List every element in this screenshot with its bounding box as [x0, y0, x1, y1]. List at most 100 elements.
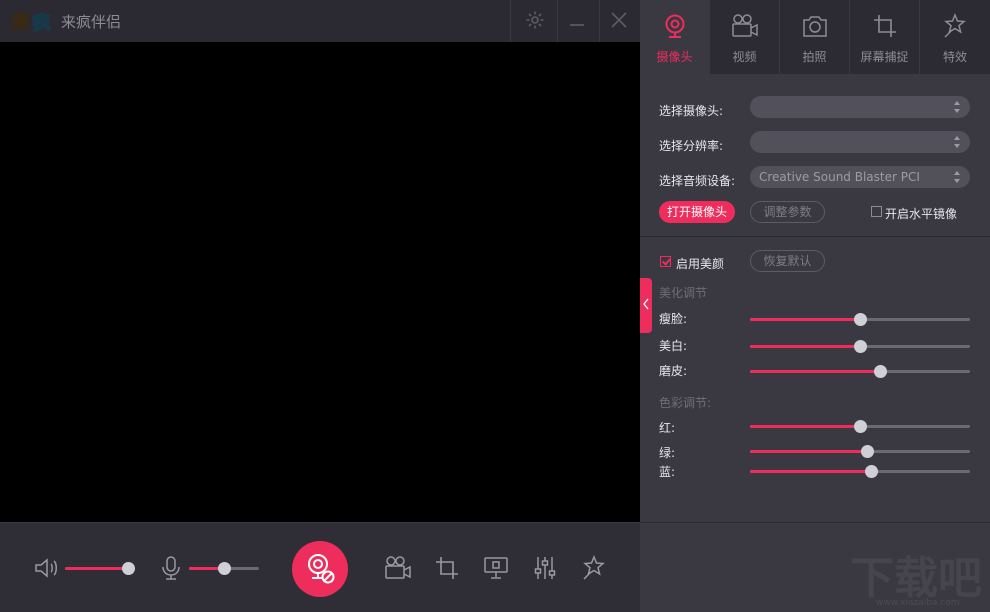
slider-fill — [750, 370, 880, 373]
screen-capture-button[interactable] — [433, 555, 461, 583]
slider-knob[interactable] — [860, 445, 874, 458]
gear-icon — [525, 10, 545, 33]
slim-face-slider[interactable] — [750, 313, 970, 326]
updown-arrow-icon — [954, 136, 960, 148]
magic-wand-icon — [941, 12, 969, 40]
tab-screen-capture[interactable]: 屏幕捕捉 — [850, 0, 920, 74]
restore-default-button[interactable]: 恢复默认 — [750, 250, 825, 272]
start-camera-button[interactable] — [292, 541, 348, 597]
green-label: 绿: — [659, 446, 676, 460]
equalizer-button[interactable] — [531, 555, 559, 583]
close-icon — [610, 11, 628, 32]
collapse-panel-button[interactable] — [640, 278, 652, 333]
tab-video[interactable]: 视频 — [710, 0, 780, 74]
equalizer-icon — [532, 555, 558, 584]
slider-fill — [750, 345, 860, 348]
settings-panel: 摄像头 视频 拍照 屏幕捕捉 特效 选择摄像头: 选择分辨率: 选择音频设备: … — [640, 0, 990, 612]
settings-button[interactable] — [519, 6, 551, 36]
camera-select[interactable] — [750, 96, 970, 118]
close-button[interactable] — [603, 6, 635, 36]
monitor-icon — [482, 555, 510, 584]
whiten-label: 美白: — [659, 339, 688, 353]
watermark-logo-text: 下载吧 — [850, 553, 982, 604]
app-title: 来疯伴侣 — [61, 13, 122, 31]
resolution-select[interactable] — [750, 131, 970, 153]
svg-text:疯: 疯 — [32, 11, 51, 33]
effects-button[interactable] — [580, 554, 608, 585]
crop-icon — [434, 555, 460, 584]
mic-volume-slider[interactable] — [189, 562, 259, 575]
video-preview — [0, 42, 640, 522]
mirror-label: 开启水平镜像 — [885, 207, 958, 221]
blue-slider[interactable] — [750, 465, 970, 478]
minimize-button[interactable] — [561, 6, 593, 36]
tab-camera[interactable]: 摄像头 — [640, 0, 710, 74]
slider-fill — [750, 318, 860, 321]
updown-arrow-icon — [954, 101, 960, 113]
app-logo: 来 疯 — [10, 9, 56, 35]
photo-camera-icon — [801, 12, 829, 40]
color-section-title: 色彩调节: — [659, 396, 712, 410]
open-camera-button[interactable]: 打开摄像头 — [659, 201, 735, 223]
smooth-skin-label: 磨皮: — [659, 364, 688, 378]
source-tabs: 摄像头 视频 拍照 屏幕捕捉 特效 — [640, 0, 990, 74]
audio-device-label: 选择音频设备: — [659, 174, 736, 188]
webcam-icon — [661, 12, 689, 40]
tab-label: 特效 — [942, 50, 967, 64]
slider-fill — [750, 450, 867, 453]
tab-label: 屏幕捕捉 — [860, 50, 909, 64]
slider-knob[interactable] — [854, 340, 867, 353]
titlebar-divider — [557, 0, 558, 42]
speaker-volume-fill — [65, 567, 128, 570]
red-label: 红: — [659, 421, 676, 435]
speaker-volume-knob[interactable] — [122, 562, 135, 575]
speaker-icon[interactable] — [34, 557, 60, 582]
chevron-left-icon — [642, 298, 650, 313]
tab-effects[interactable]: 特效 — [920, 0, 990, 74]
resolution-label: 选择分辨率: — [659, 139, 724, 153]
section-divider — [640, 236, 990, 237]
bottom-control-bar — [0, 522, 640, 612]
select-camera-label: 选择摄像头: — [659, 104, 724, 118]
green-slider[interactable] — [750, 445, 970, 458]
mic-volume-knob[interactable] — [218, 562, 231, 575]
slider-fill — [750, 470, 871, 473]
svg-text:来: 来 — [11, 11, 30, 33]
microphone-icon[interactable] — [161, 555, 181, 584]
red-slider[interactable] — [750, 420, 970, 433]
title-bar: 来 疯 来疯伴侣 — [0, 0, 640, 42]
beautify-section-title: 美化调节 — [659, 286, 708, 300]
audio-device-select[interactable]: Creative Sound Blaster PCI — [750, 166, 970, 188]
titlebar-divider — [510, 0, 511, 42]
webcam-off-icon — [303, 551, 337, 588]
video-camera-icon — [384, 555, 412, 584]
minimize-icon — [568, 11, 586, 32]
magic-wand-icon — [580, 554, 608, 585]
slider-knob[interactable] — [854, 313, 867, 326]
tab-label: 摄像头 — [656, 50, 693, 64]
adjust-params-button[interactable]: 调整参数 — [750, 201, 825, 223]
slider-knob[interactable] — [854, 420, 867, 433]
enable-beauty-checkbox[interactable] — [660, 256, 671, 267]
slider-fill — [750, 425, 860, 428]
speaker-volume-slider[interactable] — [65, 562, 135, 575]
video-source-button[interactable] — [384, 555, 412, 583]
slim-face-label: 瘦脸: — [659, 312, 688, 326]
enable-beauty-label: 启用美颜 — [676, 257, 725, 271]
mirror-checkbox[interactable] — [871, 206, 882, 217]
audio-device-select-value: Creative Sound Blaster PCI — [759, 170, 920, 184]
tab-photo[interactable]: 拍照 — [780, 0, 850, 74]
whiten-slider[interactable] — [750, 340, 970, 353]
smooth-skin-slider[interactable] — [750, 365, 970, 378]
titlebar-divider — [599, 0, 600, 42]
monitor-button[interactable] — [482, 555, 510, 583]
watermark-url: www.xiazaiba.com — [876, 598, 960, 608]
updown-arrow-icon — [954, 171, 960, 183]
blue-label: 蓝: — [659, 465, 676, 479]
slider-knob[interactable] — [873, 365, 887, 378]
crop-icon — [871, 12, 899, 40]
tab-label: 视频 — [732, 50, 757, 64]
tab-label: 拍照 — [802, 50, 827, 64]
section-divider — [640, 522, 990, 523]
slider-knob[interactable] — [865, 465, 878, 478]
